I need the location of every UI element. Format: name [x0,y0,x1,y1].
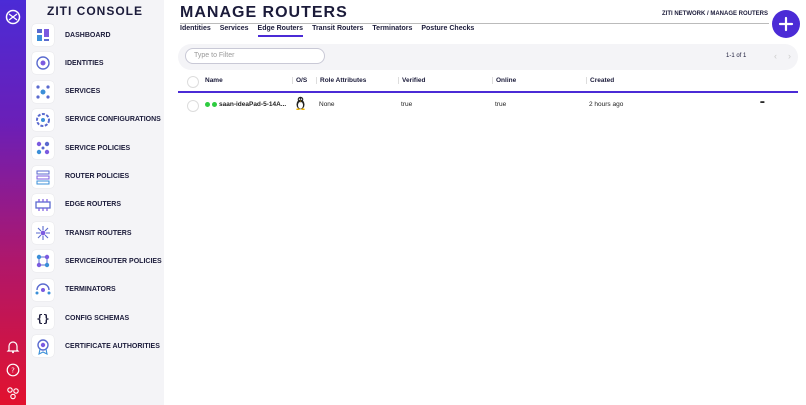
online-cell: true [495,101,507,108]
table-row[interactable]: saan-ideaPad-5-14A... None true true 2 h… [178,96,798,114]
row-select-checkbox[interactable] [187,100,199,112]
nav-item-label: IDENTITIES [65,59,104,67]
ziti-logo-icon[interactable] [4,8,22,26]
column-header-verified[interactable]: Verified [398,77,425,84]
nav-item-edge-routers[interactable]: EDGE ROUTERS [32,192,164,218]
nav-item-label: SERVICES [65,88,101,96]
nav-item-label: SERVICE POLICIES [65,144,131,152]
select-all-checkbox[interactable] [187,76,199,88]
add-router-button[interactable] [772,10,800,38]
column-header-role-attributes[interactable]: Role Attributes [316,77,366,84]
router-policies-icon [32,165,54,188]
status-dot-icon [212,101,217,107]
router-name-cell[interactable]: saan-ideaPad-5-14A... [205,101,286,108]
config-schemas-icon: {} [32,307,54,329]
side-nav: ZITI CONSOLE DASHBOARD IDENTITIES SERVICES… [26,0,164,405]
title-divider [180,23,769,24]
certificate-authorities-icon [32,335,54,358]
tab-terminators[interactable]: Terminators [372,25,412,37]
svg-text:?: ? [11,367,15,375]
edge-routers-icon [32,193,54,216]
tab-services[interactable]: Services [220,25,249,37]
nav-item-services[interactable]: SERVICES [32,79,164,105]
tab-identities[interactable]: Identities [180,25,211,37]
identities-icon [32,52,54,75]
row-menu-button[interactable]: ••• [760,99,765,106]
nav-item-label: EDGE ROUTERS [65,201,122,209]
nav-item-service-policies[interactable]: SERVICE POLICIES [32,135,164,161]
column-header-created[interactable]: Created [586,77,614,84]
tab-edge-routers[interactable]: Edge Routers [257,25,304,37]
table-header: Name O/S Role Attributes Verified Online… [178,73,798,93]
nav-item-label: CERTIFICATE AUTHORITIES [65,342,160,350]
tab-transit-routers[interactable]: Transit Routers [312,25,363,37]
nav-item-terminators[interactable]: TERMINATORS [32,277,164,303]
record-count: 1-1 of 1 [726,53,747,59]
services-icon [32,80,54,103]
prev-page-button[interactable]: ‹ [774,51,777,61]
filter-input[interactable]: Type to Filter [185,48,325,64]
nav-item-router-policies[interactable]: ROUTER POLICIES [32,164,164,190]
nav-item-transit-routers[interactable]: TRANSIT ROUTERS [32,220,164,246]
nav-item-service-router-policies[interactable]: SERVICE/ROUTER POLICIES [32,248,164,274]
nav-item-label: SERVICE CONFIGURATIONS [65,116,161,124]
nav-item-label: TRANSIT ROUTERS [65,229,132,237]
column-header-name[interactable]: Name [202,77,223,84]
nav-item-service-configurations[interactable]: SERVICE CONFIGURATIONS [32,107,164,133]
nav-item-identities[interactable]: IDENTITIES [32,50,164,76]
transit-routers-icon [32,222,54,245]
status-dot-icon [205,101,210,107]
svg-text:{}: {} [36,312,49,325]
table-toolbar: Type to Filter 1-1 of 1 ‹ › [178,44,798,70]
tab-bar: Identities Services Edge Routers Transit… [180,25,474,37]
app-rail: ? [0,0,26,405]
created-cell: 2 hours ago [589,101,624,108]
nav-item-config-schemas[interactable]: {} CONFIG SCHEMAS [32,305,164,331]
network-icon[interactable] [4,384,22,402]
nav-item-certificate-authorities[interactable]: CERTIFICATE AUTHORITIES [32,333,164,359]
linux-penguin-icon [295,96,306,112]
column-header-os[interactable]: O/S [292,77,307,84]
nav-item-dashboard[interactable]: DASHBOARD [32,22,164,48]
role-attributes-cell: None [319,101,335,108]
column-header-online[interactable]: Online [492,77,516,84]
tab-posture-checks[interactable]: Posture Checks [421,25,474,37]
service-router-policies-icon [32,250,54,273]
help-icon[interactable]: ? [4,361,22,379]
page-title: MANAGE ROUTERS [180,4,348,21]
breadcrumb[interactable]: ZITI NETWORK / MANAGE ROUTERS [662,11,768,17]
nav-item-label: DASHBOARD [65,31,111,39]
nav-item-label: TERMINATORS [65,286,116,294]
nav-item-label: CONFIG SCHEMAS [65,314,130,322]
next-page-button[interactable]: › [788,51,791,61]
service-policies-icon [32,137,54,160]
service-configurations-icon [32,108,54,131]
plus-icon [778,16,794,32]
dashboard-icon [32,24,54,46]
nav-item-label: SERVICE/ROUTER POLICIES [65,257,162,265]
bell-icon[interactable] [4,338,22,356]
verified-cell: true [401,101,413,108]
nav-item-label: ROUTER POLICIES [65,173,130,180]
router-name: saan-ideaPad-5-14A... [219,101,287,108]
app-title: ZITI CONSOLE [47,4,143,18]
main-content: MANAGE ROUTERS ZITI NETWORK / MANAGE ROU… [164,0,806,405]
terminators-icon [32,278,54,301]
